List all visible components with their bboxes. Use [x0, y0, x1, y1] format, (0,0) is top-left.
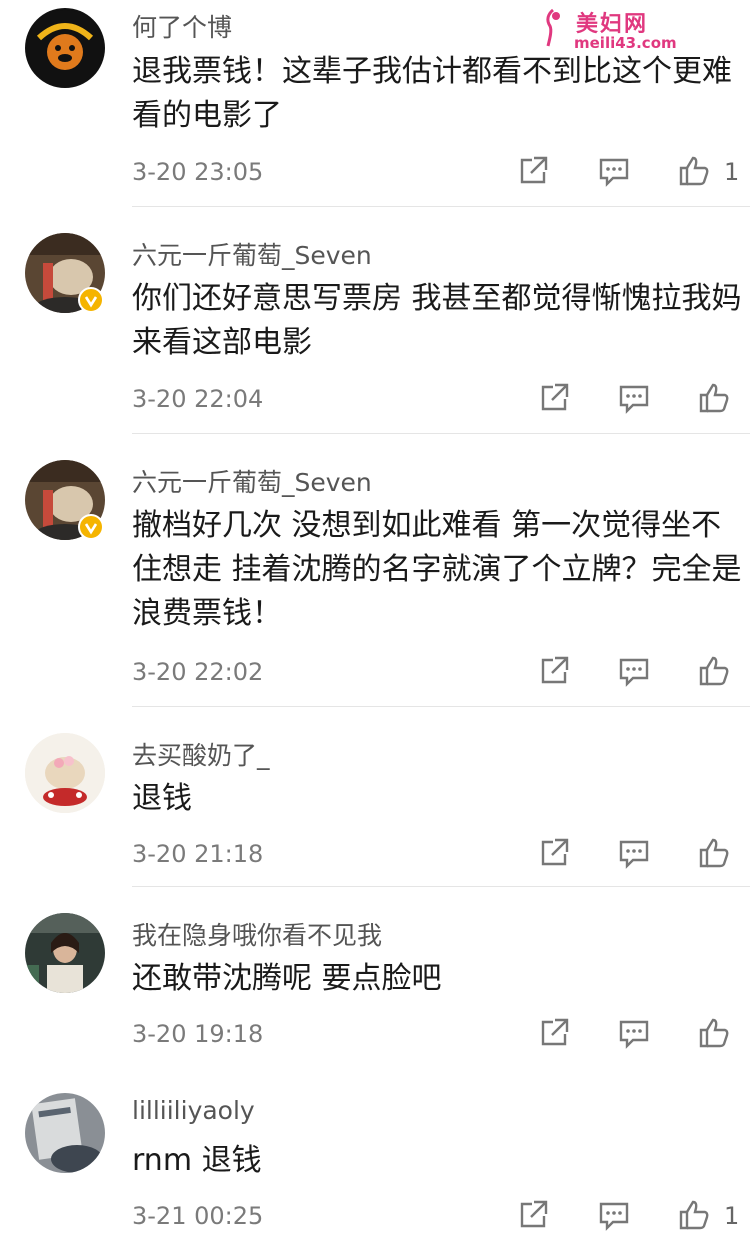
comment-item: 去买酸奶了_ 退钱 3-20 21:18 — [0, 707, 750, 887]
verified-badge-icon — [78, 287, 104, 313]
watermark-logo-icon — [546, 8, 560, 47]
thumbs-up-icon[interactable] — [697, 381, 731, 415]
timestamp: 3-21 00:25 — [132, 1202, 264, 1230]
share-icon[interactable] — [537, 836, 571, 870]
username[interactable]: 六元一斤葡萄_Seven — [132, 236, 372, 272]
thumbs-up-icon[interactable] — [697, 1016, 731, 1050]
bulldog-logo-icon — [27, 10, 103, 86]
like-count: 1 — [724, 1202, 740, 1230]
avatar[interactable] — [25, 733, 105, 813]
thumbs-up-icon[interactable] — [697, 654, 731, 688]
username[interactable]: 我在隐身哦你看不见我 — [132, 916, 382, 952]
timestamp: 3-20 21:18 — [132, 840, 264, 868]
thumbs-up-icon[interactable] — [697, 836, 731, 870]
comment-icon[interactable] — [597, 1198, 631, 1232]
comment-text: 退钱 — [132, 781, 192, 816]
comment-item: lilliiliyaoly rnm 退钱 3-21 00:25 1 — [0, 1067, 750, 1248]
comment-item: 六元一斤葡萄_Seven 撤档好几次 没想到如此难看 第一次觉得坐不住想走 挂着… — [0, 434, 750, 707]
watermark-url: meili43.com — [574, 34, 677, 52]
avatar[interactable] — [25, 8, 105, 88]
timestamp: 3-20 19:18 — [132, 1020, 264, 1048]
avatar[interactable] — [25, 1093, 105, 1173]
comment-item: 我在隐身哦你看不见我 还敢带沈腾呢 要点脸吧 3-20 19:18 — [0, 887, 750, 1067]
username[interactable]: 去买酸奶了_ — [132, 736, 270, 772]
username[interactable]: 何了个博 — [132, 8, 232, 44]
timestamp: 3-20 22:04 — [132, 385, 264, 413]
timestamp: 3-20 23:05 — [132, 158, 264, 186]
username[interactable]: 六元一斤葡萄_Seven — [132, 463, 372, 499]
comment-text: 撤档好几次 没想到如此难看 第一次觉得坐不住想走 挂着沈腾的名字就演了个立牌？完… — [132, 508, 742, 631]
comment-icon[interactable] — [617, 381, 651, 415]
verified-badge-icon — [78, 514, 104, 540]
comment-text: rnm 退钱 — [132, 1143, 262, 1178]
comment-icon[interactable] — [617, 1016, 651, 1050]
share-icon[interactable] — [537, 1016, 571, 1050]
comment-icon[interactable] — [617, 836, 651, 870]
comment-text: 你们还好意思写票房 我甚至都觉得惭愧拉我妈来看这部电影 — [132, 281, 742, 360]
username[interactable]: lilliiliyaoly — [132, 1096, 255, 1125]
thumbs-up-icon[interactable] — [677, 154, 711, 188]
comment-icon[interactable] — [617, 654, 651, 688]
photo-avatar-icon — [25, 1093, 105, 1173]
timestamp: 3-20 22:02 — [132, 658, 264, 686]
share-icon[interactable] — [537, 381, 571, 415]
watermark: 美妇网 meili43.com — [542, 6, 692, 54]
avatar[interactable] — [25, 913, 105, 993]
like-count: 1 — [724, 158, 740, 186]
photo-avatar-icon — [25, 913, 105, 993]
share-icon[interactable] — [516, 1198, 550, 1232]
share-icon[interactable] — [537, 654, 571, 688]
comment-text: 退我票钱！这辈子我估计都看不到比这个更难看的电影了 — [132, 54, 732, 133]
thumbs-up-icon[interactable] — [677, 1198, 711, 1232]
comment-text: 还敢带沈腾呢 要点脸吧 — [132, 961, 442, 996]
share-icon[interactable] — [516, 154, 550, 188]
cake-avatar-icon — [25, 733, 105, 813]
comment-icon[interactable] — [597, 154, 631, 188]
comment-item: 六元一斤葡萄_Seven 你们还好意思写票房 我甚至都觉得惭愧拉我妈来看这部电影… — [0, 207, 750, 434]
